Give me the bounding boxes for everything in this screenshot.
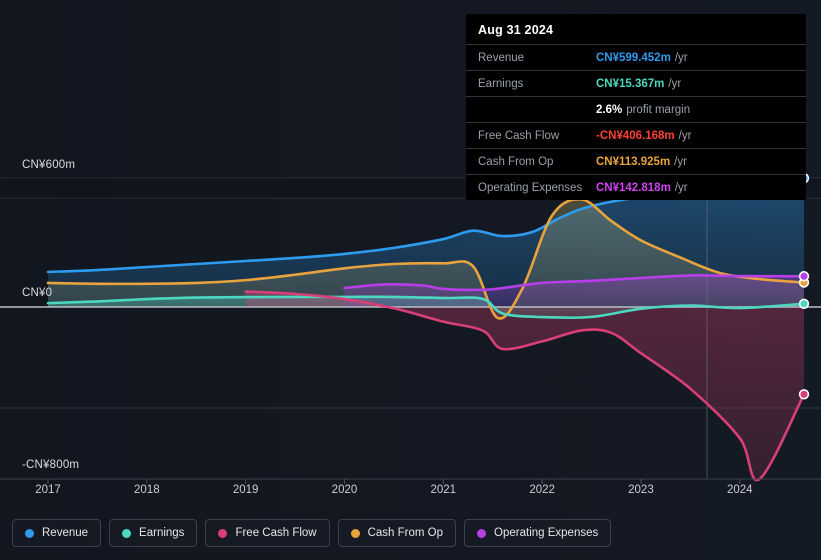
legend-item-label: Revenue <box>42 527 89 539</box>
tooltip-row-unit: /yr <box>668 77 682 90</box>
x-axis-tick-2022: 2022 <box>529 484 555 496</box>
legend-color-dot-icon <box>350 528 360 538</box>
tooltip-row-revenue: Revenue CN¥599.452m/yr <box>466 44 806 70</box>
y-axis-label-bottom: -CN¥800m <box>22 459 80 471</box>
tooltip-row-cash-from-op: Cash From Op CN¥113.925m/yr <box>466 148 806 174</box>
tooltip-row-operating-expenses: Operating Expenses CN¥142.818m/yr <box>466 174 806 200</box>
financial-chart: CN¥600m CN¥0 -CN¥800m 2017 2018 2019 2020 20… <box>0 0 821 560</box>
legend-item-revenue[interactable]: Revenue <box>12 519 102 547</box>
tooltip-row-profit-margin: 2.6% profit margin <box>466 96 806 122</box>
legend-color-dot-icon <box>477 528 487 538</box>
legend-item-earnings[interactable]: Earnings <box>109 519 198 547</box>
tooltip-row-label: Operating Expenses <box>478 181 583 194</box>
tooltip-row-unit: /yr <box>678 129 692 142</box>
legend-item-label: Cash From Op <box>367 527 444 539</box>
tooltip-row-label: Free Cash Flow <box>478 129 560 142</box>
x-axis-tick-2017: 2017 <box>35 484 61 496</box>
end-dot-operating-expenses[interactable] <box>798 271 810 282</box>
x-axis-tick-2023: 2023 <box>628 484 654 496</box>
end-dot-free-cash-flow[interactable] <box>798 389 810 400</box>
end-dot-earnings[interactable] <box>798 298 810 309</box>
tooltip-rows: Revenue CN¥599.452m/yr Earnings CN¥15.367m /… <box>466 44 806 200</box>
tooltip-row-earnings: Earnings CN¥15.367m/yr <box>466 70 806 96</box>
tooltip-row-value: CN¥142.818m <box>596 181 671 194</box>
y-axis-label-zero: CN¥0 <box>22 287 53 299</box>
tooltip-row-unit: /yr <box>674 155 687 168</box>
tooltip-row-free-cash-flow: Free Cash Flow -CN¥406.168m/yr <box>466 122 806 148</box>
chart-tooltip: Aug 31 2024 Revenue CN¥599.452m/yr Earning… <box>466 14 806 200</box>
tooltip-row-value: CN¥113.925m <box>596 155 671 168</box>
legend-color-dot-icon <box>25 528 34 538</box>
legend-item-label: Free Cash Flow <box>235 527 317 539</box>
legend-item-free-cash-flow[interactable]: Free Cash Flow <box>205 519 330 547</box>
tooltip-row-unit: /yr <box>674 181 688 194</box>
tooltip-row-label: Earnings <box>478 77 524 90</box>
x-axis-tick-2021: 2021 <box>430 484 457 496</box>
x-axis-tick-2024: 2024 <box>726 484 753 496</box>
legend-item-cash-from-op[interactable]: Cash From Op <box>337 519 457 547</box>
chart-legend[interactable]: Revenue Earnings Free Cash Flow Cash From O… <box>12 519 612 547</box>
legend-item-label: Operating Expenses <box>494 527 599 539</box>
tooltip-row-label: Cash From Op <box>478 155 554 168</box>
tooltip-row-value: -CN¥406.168m <box>596 129 675 142</box>
y-axis-label-top: CN¥600m <box>22 159 76 171</box>
tooltip-row-unit: profit margin <box>626 103 691 116</box>
tooltip-row-value: CN¥15.367m <box>596 77 665 90</box>
tooltip-date: Aug 31 2024 <box>478 23 554 37</box>
legend-color-dot-icon <box>122 528 132 538</box>
tooltip-row-unit: /yr <box>674 51 688 64</box>
legend-color-dot-icon <box>218 528 228 538</box>
x-axis-tick-2020: 2020 <box>331 484 358 496</box>
tooltip-row-value: CN¥599.452m <box>596 51 671 64</box>
x-axis-tick-2019: 2019 <box>232 484 259 496</box>
legend-item-operating-expenses[interactable]: Operating Expenses <box>464 519 612 547</box>
tooltip-row-label: Revenue <box>478 51 525 64</box>
tooltip-row-value: 2.6% <box>596 103 623 116</box>
x-axis-tick-2018: 2018 <box>134 484 160 496</box>
legend-item-label: Earnings <box>139 527 185 539</box>
